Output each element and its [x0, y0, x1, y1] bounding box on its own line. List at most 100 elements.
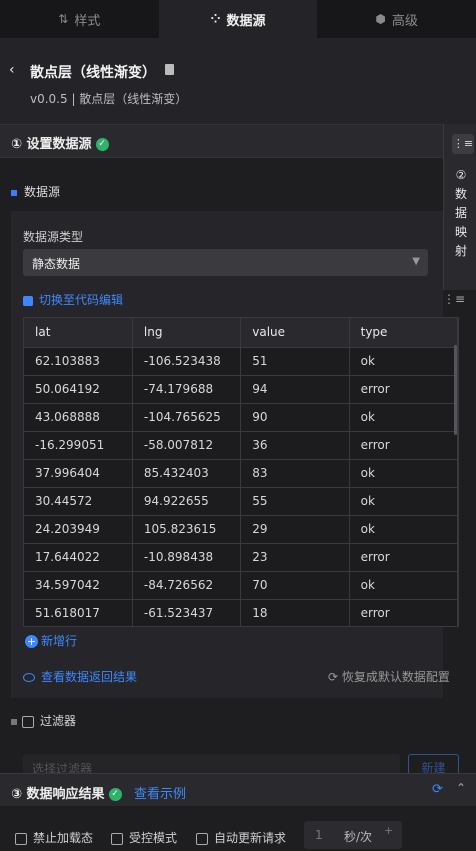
section-response-result[interactable]: ③ 数据响应结果 ✓ 查看示例 ⟳ ⌃	[0, 773, 476, 807]
table-header-row: lat lng value type	[24, 318, 458, 348]
increment-icon[interactable]: +	[384, 824, 393, 837]
table-cell[interactable]: 94	[240, 375, 350, 404]
table-cell[interactable]: ok	[349, 459, 458, 488]
table-row[interactable]: 62.103883 -106.523438 51 ok	[24, 347, 458, 376]
datasource-type-label: 数据源类型	[23, 230, 84, 244]
section-set-datasource[interactable]: ① 设置数据源 ✓	[0, 124, 476, 158]
grid-icon: ⁘	[210, 12, 221, 26]
table-row[interactable]: 30.44572 94.922655 55 ok	[24, 487, 458, 516]
collapse-icon[interactable]: ⋮≡	[452, 134, 474, 154]
table-cell[interactable]: 62.103883	[24, 347, 133, 376]
request-options: 禁止加载态 受控模式 自动更新请求 1 秒/次 +	[0, 806, 476, 851]
table-cell[interactable]: -10.898438	[132, 543, 242, 572]
heading-text: 数据源	[24, 185, 61, 199]
interval-value[interactable]: 1	[315, 828, 323, 842]
button-text: 新增行	[41, 634, 78, 648]
table-cell[interactable]: ok	[349, 403, 458, 432]
checkbox[interactable]	[196, 832, 208, 845]
document-icon[interactable]	[165, 64, 174, 75]
table-cell[interactable]: -106.523438	[132, 347, 242, 376]
filter-toggle[interactable]: 过滤器	[11, 712, 76, 729]
option-label: 禁止加载态	[33, 831, 94, 845]
view-example-link[interactable]: 查看示例	[134, 783, 186, 802]
check-circle-icon: ✓	[108, 788, 122, 801]
plus-icon: +	[25, 635, 38, 648]
filter-checkbox[interactable]	[22, 715, 34, 728]
filter-label: 过滤器	[40, 714, 77, 728]
table-cell[interactable]: error	[349, 599, 458, 626]
checkbox[interactable]	[111, 832, 123, 845]
table-cell[interactable]: 37.996404	[24, 459, 133, 488]
table-cell[interactable]: -16.299051	[24, 431, 133, 460]
table-cell[interactable]: -61.523437	[132, 599, 242, 626]
interval-stepper[interactable]: 1 秒/次 +	[304, 821, 402, 849]
table-cell[interactable]: 51	[240, 347, 350, 376]
check-circle-icon: ✓	[95, 138, 109, 151]
table-row[interactable]: 37.996404 85.432403 83 ok	[24, 459, 458, 488]
table-cell[interactable]: 90	[240, 403, 350, 432]
table-cell[interactable]: 23	[240, 543, 350, 572]
table-row[interactable]: 34.597042 -84.726562 70 ok	[24, 571, 458, 600]
table-cell[interactable]: ok	[349, 515, 458, 544]
back-icon[interactable]: ‹	[9, 62, 15, 78]
table-row[interactable]: 43.068888 -104.765625 90 ok	[24, 403, 458, 432]
table-cell[interactable]: 43.068888	[24, 403, 133, 432]
auto-update-option[interactable]: 自动更新请求	[196, 829, 286, 846]
table-cell[interactable]: 18	[240, 599, 350, 626]
data-mapping-panel[interactable]: ⋮≡ ② 数据映射	[443, 124, 476, 290]
table-cell[interactable]: 29	[240, 515, 350, 544]
tab-style[interactable]: ⇅ 样式	[0, 0, 159, 38]
table-cell[interactable]: error	[349, 543, 458, 572]
table-cell[interactable]: 105.823615	[132, 515, 242, 544]
chevron-up-icon[interactable]: ⌃	[456, 781, 466, 795]
disable-loading-option[interactable]: 禁止加载态	[15, 829, 93, 846]
table-cell[interactable]: 94.922655	[132, 487, 242, 516]
table-row[interactable]: 24.203949 105.823615 29 ok	[24, 515, 458, 544]
add-row-button[interactable]: + 新增行	[25, 632, 77, 649]
table-cell[interactable]: 55	[240, 487, 350, 516]
tab-advanced[interactable]: ⬢ 高级	[317, 0, 476, 38]
table-cell[interactable]: error	[349, 431, 458, 460]
view-result-link[interactable]: 查看数据返回结果	[23, 668, 137, 685]
table-cell[interactable]: -58.007812	[132, 431, 242, 460]
table-cell[interactable]: 36	[240, 431, 350, 460]
switch-code-edit-link[interactable]: 切换至代码编辑	[23, 291, 123, 308]
tab-label: 样式	[74, 13, 101, 29]
table-row[interactable]: 51.618017 -61.523437 18 error	[24, 599, 458, 626]
column-header: lng	[132, 318, 242, 348]
eye-icon	[23, 673, 35, 682]
restore-default-button[interactable]: ⟳ 恢复成默认数据配置	[328, 668, 450, 685]
table-row[interactable]: -16.299051 -58.007812 36 error	[24, 431, 458, 460]
section-title: ③ 数据响应结果	[11, 787, 105, 802]
checkbox[interactable]	[15, 832, 27, 845]
link-text: 查看数据返回结果	[41, 670, 138, 684]
table-cell[interactable]: ok	[349, 347, 458, 376]
controlled-mode-option[interactable]: 受控模式	[111, 829, 177, 846]
table-cell[interactable]: 50.064192	[24, 375, 133, 404]
column-header: value	[240, 318, 350, 348]
table-cell[interactable]: 70	[240, 571, 350, 600]
refresh-icon[interactable]: ⟳	[432, 782, 443, 797]
table-row[interactable]: 50.064192 -74.179688 94 error	[24, 375, 458, 404]
table-cell[interactable]: 34.597042	[24, 571, 133, 600]
table-cell[interactable]: 85.432403	[132, 459, 242, 488]
collapse-icon[interactable]: ⋮≡	[443, 292, 465, 306]
table-cell[interactable]: ok	[349, 571, 458, 600]
table-cell[interactable]: 30.44572	[24, 487, 133, 516]
data-table: lat lng value type 62.103883 -106.523438 5…	[23, 317, 459, 627]
datasource-type-select[interactable]: 静态数据 ▼	[23, 249, 428, 276]
tab-datasource[interactable]: ⁘ 数据源	[158, 0, 318, 38]
table-cell[interactable]: -104.765625	[132, 403, 242, 432]
table-scrollbar[interactable]	[454, 345, 457, 435]
table-cell[interactable]: -84.726562	[132, 571, 242, 600]
table-cell[interactable]: 17.644022	[24, 543, 133, 572]
data-mapping-label[interactable]: ② 数据映射	[453, 166, 469, 261]
table-cell[interactable]: error	[349, 375, 458, 404]
table-cell[interactable]: 51.618017	[24, 599, 133, 626]
component-title: 散点层（线性渐变）	[30, 65, 156, 81]
table-cell[interactable]: ok	[349, 487, 458, 516]
table-row[interactable]: 17.644022 -10.898438 23 error	[24, 543, 458, 572]
table-cell[interactable]: -74.179688	[132, 375, 242, 404]
table-cell[interactable]: 24.203949	[24, 515, 133, 544]
table-cell[interactable]: 83	[240, 459, 350, 488]
